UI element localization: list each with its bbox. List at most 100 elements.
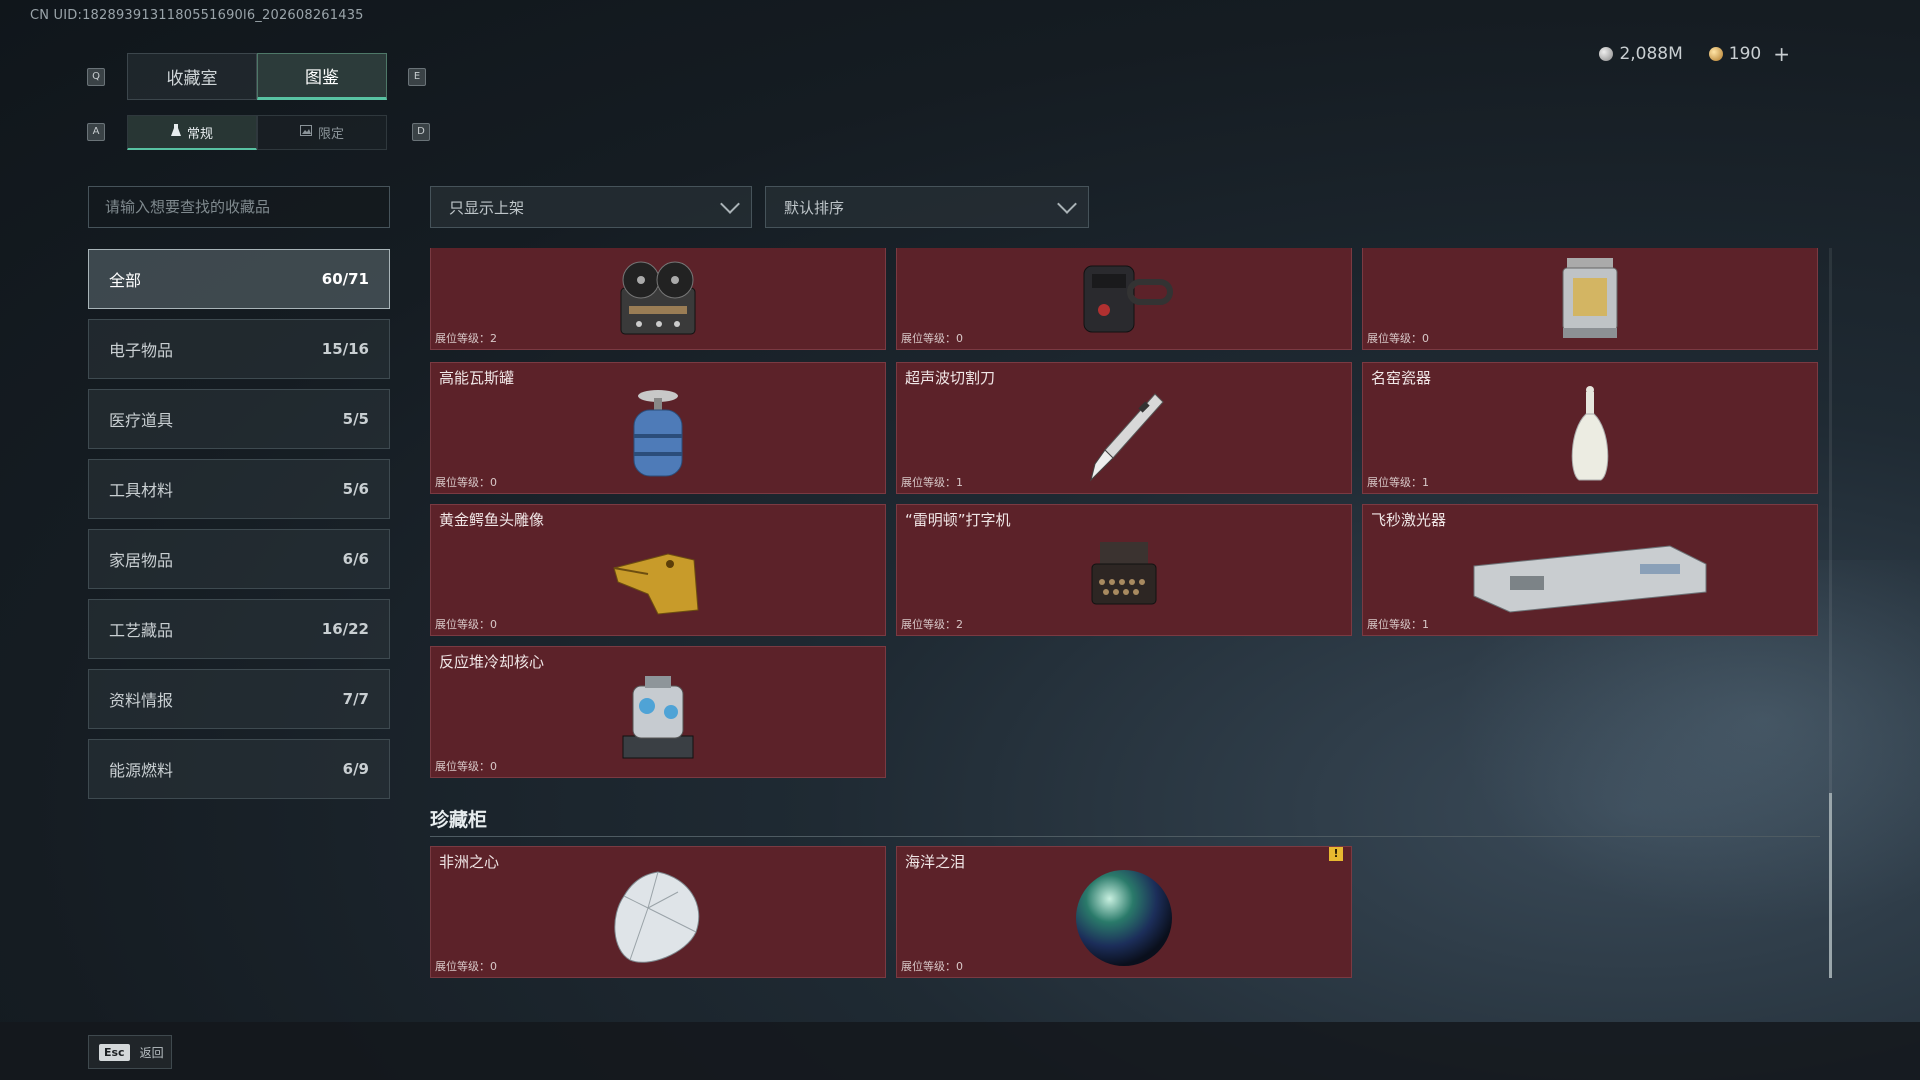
- currency-bar: 2,088M 190 +: [1599, 42, 1790, 66]
- subtab-regular[interactable]: 常规: [127, 115, 257, 150]
- category-tools[interactable]: 工具材料 5/6: [88, 459, 390, 519]
- item-name: 名窑瓷器: [1371, 369, 1432, 387]
- reel-recorder-icon: [615, 258, 701, 342]
- flask-icon: [170, 123, 181, 141]
- item-name: 黄金鳄鱼头雕像: [439, 511, 545, 529]
- category-household[interactable]: 家居物品 6/6: [88, 529, 390, 589]
- item-level: 展位等级：1: [901, 476, 963, 489]
- category-energy[interactable]: 能源燃料 6/9: [88, 739, 390, 799]
- silver-amount: 2,088M: [1619, 44, 1683, 64]
- item-level: 展位等级：0: [435, 760, 497, 773]
- key-hint-q: Q: [87, 68, 105, 86]
- sort-dropdown[interactable]: 默认排序: [765, 186, 1089, 228]
- sub-tabs: 常规 限定: [127, 115, 387, 150]
- collection-card[interactable]: 黄金鳄鱼头雕像 展位等级：0: [430, 504, 886, 636]
- category-crafts[interactable]: 工艺藏品 16/22: [88, 599, 390, 659]
- collection-card[interactable]: 展位等级：2: [430, 248, 886, 350]
- treasure-card[interactable]: 非洲之心 展位等级：0: [430, 846, 886, 978]
- category-label: 工艺藏品: [109, 621, 174, 640]
- category-intel[interactable]: 资料情报 7/7: [88, 669, 390, 729]
- reactor-core-icon: [613, 672, 703, 768]
- category-label: 能源燃料: [109, 761, 174, 780]
- tab-collection-room[interactable]: 收藏室: [127, 53, 257, 100]
- treasure-card[interactable]: 海洋之泪 ! 展位等级：0: [896, 846, 1352, 978]
- item-name: 超声波切割刀: [905, 369, 996, 387]
- gold-currency: 190 +: [1708, 42, 1790, 66]
- collection-card[interactable]: 反应堆冷却核心 展位等级：0: [430, 646, 886, 778]
- item-level: 展位等级：2: [901, 618, 963, 631]
- category-all[interactable]: 全部 60/71: [88, 249, 390, 309]
- key-hint-d: D: [412, 123, 430, 141]
- chevron-down-icon: [1057, 193, 1077, 214]
- item-level: 展位等级：1: [1367, 618, 1429, 631]
- silver-currency: 2,088M: [1599, 44, 1683, 64]
- section-divider: [430, 836, 1820, 837]
- typewriter-icon: [1084, 536, 1164, 620]
- category-label: 医疗道具: [109, 411, 174, 430]
- lantern-icon: [1553, 254, 1627, 346]
- scrollbar[interactable]: [1829, 248, 1832, 978]
- category-count: 7/7: [342, 690, 369, 708]
- porcelain-vase-icon: [1565, 384, 1615, 488]
- esc-key-hint: Esc: [99, 1043, 130, 1061]
- gold-amount: 190: [1728, 44, 1762, 64]
- item-level: 展位等级：0: [901, 960, 963, 973]
- collection-card[interactable]: 名窑瓷器 展位等级：1: [1362, 362, 1818, 494]
- item-level: 展位等级：2: [435, 332, 497, 345]
- ultrasonic-knife-icon: [1079, 386, 1169, 486]
- category-list: 全部 60/71 电子物品 15/16 医疗道具 5/5 工具材料 5/6 家居…: [88, 249, 390, 809]
- section-title: 珍藏柜: [430, 809, 488, 831]
- category-count: 5/6: [342, 480, 369, 498]
- scrollbar-thumb[interactable]: [1829, 793, 1832, 978]
- category-medical[interactable]: 医疗道具 5/5: [88, 389, 390, 449]
- item-name: 高能瓦斯罐: [439, 369, 515, 387]
- category-count: 6/9: [342, 760, 369, 778]
- image-icon: [299, 125, 312, 140]
- search-input[interactable]: [88, 186, 390, 228]
- chevron-down-icon: [720, 193, 740, 214]
- category-label: 资料情报: [109, 691, 174, 710]
- back-button[interactable]: Esc 返回: [88, 1035, 172, 1069]
- category-count: 6/6: [342, 550, 369, 568]
- category-count: 15/16: [321, 340, 369, 358]
- back-label: 返回: [139, 1045, 164, 1060]
- pearl-icon: [1072, 866, 1176, 974]
- collection-card[interactable]: 展位等级：0: [1362, 248, 1818, 350]
- category-count: 16/22: [321, 620, 369, 638]
- gas-canister-icon: [626, 386, 690, 486]
- key-hint-e: E: [408, 68, 426, 86]
- device-icon: [1074, 258, 1174, 342]
- warning-badge: !: [1329, 847, 1343, 861]
- tab-catalog[interactable]: 图鉴: [257, 53, 387, 100]
- item-level: 展位等级：0: [435, 476, 497, 489]
- category-count: 5/5: [342, 410, 369, 428]
- subtab-regular-label: 常规: [186, 126, 213, 142]
- category-label: 家居物品: [109, 551, 174, 570]
- collection-card[interactable]: 展位等级：0: [896, 248, 1352, 350]
- item-name: 海洋之泪: [905, 853, 966, 871]
- item-level: 展位等级：0: [901, 332, 963, 345]
- item-level: 展位等级：1: [1367, 476, 1429, 489]
- subtab-limited[interactable]: 限定: [257, 115, 387, 150]
- category-electronics[interactable]: 电子物品 15/16: [88, 319, 390, 379]
- item-level: 展位等级：0: [1367, 332, 1429, 345]
- laser-device-icon: [1470, 536, 1710, 620]
- item-name: 非洲之心: [439, 853, 500, 871]
- add-currency-button[interactable]: +: [1773, 42, 1790, 66]
- category-label: 电子物品: [109, 341, 174, 360]
- silver-coin-icon: [1599, 47, 1614, 61]
- item-level: 展位等级：0: [435, 960, 497, 973]
- uid-text: CN UID:1828939131180551690l6_20260826143…: [30, 8, 364, 23]
- category-label: 全部: [109, 271, 142, 290]
- item-name: 飞秒激光器: [1371, 511, 1447, 529]
- collection-card[interactable]: 超声波切割刀 展位等级：1: [896, 362, 1352, 494]
- collection-card[interactable]: 飞秒激光器 展位等级：1: [1362, 504, 1818, 636]
- gold-crocodile-icon: [608, 534, 708, 622]
- shelf-filter-dropdown[interactable]: 只显示上架: [430, 186, 752, 228]
- item-level: 展位等级：0: [435, 618, 497, 631]
- collection-card[interactable]: 高能瓦斯罐 展位等级：0: [430, 362, 886, 494]
- category-count: 60/71: [321, 270, 369, 288]
- collection-card[interactable]: “雷明顿”打字机 展位等级：2: [896, 504, 1352, 636]
- key-hint-a: A: [87, 123, 105, 141]
- category-label: 工具材料: [109, 481, 174, 500]
